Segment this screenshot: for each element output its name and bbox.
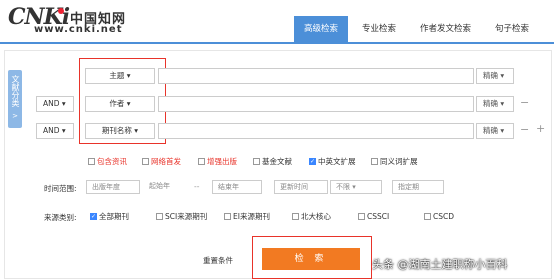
source-cscd[interactable]: CSCD — [424, 210, 454, 222]
field-select-author[interactable]: 作者 ▾ — [85, 96, 155, 112]
logo-url: www.cnki.net — [34, 24, 123, 35]
match-select-2[interactable]: 精确 ▾ — [476, 96, 514, 112]
reset-conditions-link[interactable]: 重置条件 — [203, 255, 233, 266]
field-select-topic[interactable]: 主题 ▾ — [85, 68, 155, 84]
tab-advanced-search[interactable]: 高级检索 — [294, 16, 349, 42]
checkbox-checked[interactable]: ✓ — [90, 212, 97, 220]
checkbox[interactable] — [156, 212, 163, 220]
specific-period-select[interactable]: 指定期 — [392, 180, 444, 194]
time-range-label: 时间范围: — [44, 184, 77, 193]
watermark: 头条 @湖南土建职称小百科 — [372, 258, 508, 271]
checkbox[interactable] — [292, 212, 299, 220]
checkbox[interactable] — [424, 212, 431, 220]
field-select-journal[interactable]: 期刊名称 ▾ — [85, 123, 155, 139]
search-input-3[interactable] — [158, 123, 474, 139]
source-pku-core[interactable]: 北大核心 — [292, 210, 331, 222]
tab-author-search[interactable]: 作者发文检索 — [410, 16, 481, 42]
update-time-label: 更新时间 — [274, 180, 328, 194]
header: CNKi 中国知网 www.cnki.net 高级检索 专业检索 作者发文检索 … — [0, 0, 554, 46]
start-year-input[interactable]: 起始年 — [144, 180, 188, 194]
search-input-1[interactable] — [158, 68, 474, 84]
checkbox[interactable] — [358, 212, 365, 220]
checkbox[interactable] — [371, 157, 378, 165]
option-enhanced-publish[interactable]: 增强出版 — [198, 155, 237, 167]
checkbox[interactable] — [88, 157, 95, 165]
source-cssci[interactable]: CSSCI — [358, 210, 389, 222]
match-select-1[interactable]: 精确 ▾ — [476, 68, 514, 84]
checkbox[interactable] — [253, 157, 260, 165]
add-row-icon[interactable]: + — [536, 122, 545, 136]
option-synonym-expand[interactable]: 同义词扩展 — [371, 155, 418, 167]
source-sci[interactable]: SCI来源期刊 — [156, 210, 207, 222]
logo-dot-icon — [58, 8, 64, 14]
checkbox[interactable] — [142, 157, 149, 165]
end-year-input[interactable]: 结束年 — [212, 180, 262, 194]
range-dash: -- — [194, 182, 200, 191]
checkbox[interactable] — [198, 157, 205, 165]
source-ei[interactable]: EI来源期刊 — [224, 210, 270, 222]
checkbox-checked[interactable]: ✓ — [309, 157, 316, 165]
chevron-right-icon: > — [12, 112, 18, 121]
pub-year-input[interactable]: 出版年度 — [86, 180, 140, 194]
tab-sentence-search[interactable]: 句子检索 — [485, 16, 539, 42]
search-mode-tabs: 高级检索 专业检索 作者发文检索 句子检索 — [294, 16, 543, 42]
search-button[interactable]: 检 索 — [262, 248, 360, 270]
match-select-3[interactable]: 精确 ▾ — [476, 123, 514, 139]
tab-professional-search[interactable]: 专业检索 — [352, 16, 406, 42]
option-online-first[interactable]: 网络首发 — [142, 155, 181, 167]
checkbox[interactable] — [224, 212, 231, 220]
logic-select-3[interactable]: AND ▾ — [36, 123, 74, 139]
option-fund-literature[interactable]: 基金文献 — [253, 155, 292, 167]
logic-select-2[interactable]: AND ▾ — [36, 96, 74, 112]
tab-underline — [0, 42, 554, 44]
remove-row-icon[interactable]: − — [520, 96, 529, 110]
remove-row-icon[interactable]: − — [520, 123, 529, 137]
category-side-tab-label: 文献分类 — [11, 74, 20, 107]
search-input-2[interactable] — [158, 96, 474, 112]
category-side-tab[interactable]: 文献分类 > — [8, 70, 22, 128]
update-time-select[interactable]: 不限 ▾ — [330, 180, 382, 194]
option-include-news[interactable]: 包含资讯 — [88, 155, 127, 167]
source-all-journals[interactable]: ✓ 全部期刊 — [90, 210, 129, 222]
option-cn-en-expand[interactable]: ✓ 中英文扩展 — [309, 155, 356, 167]
source-category-label: 来源类别: — [44, 213, 77, 222]
